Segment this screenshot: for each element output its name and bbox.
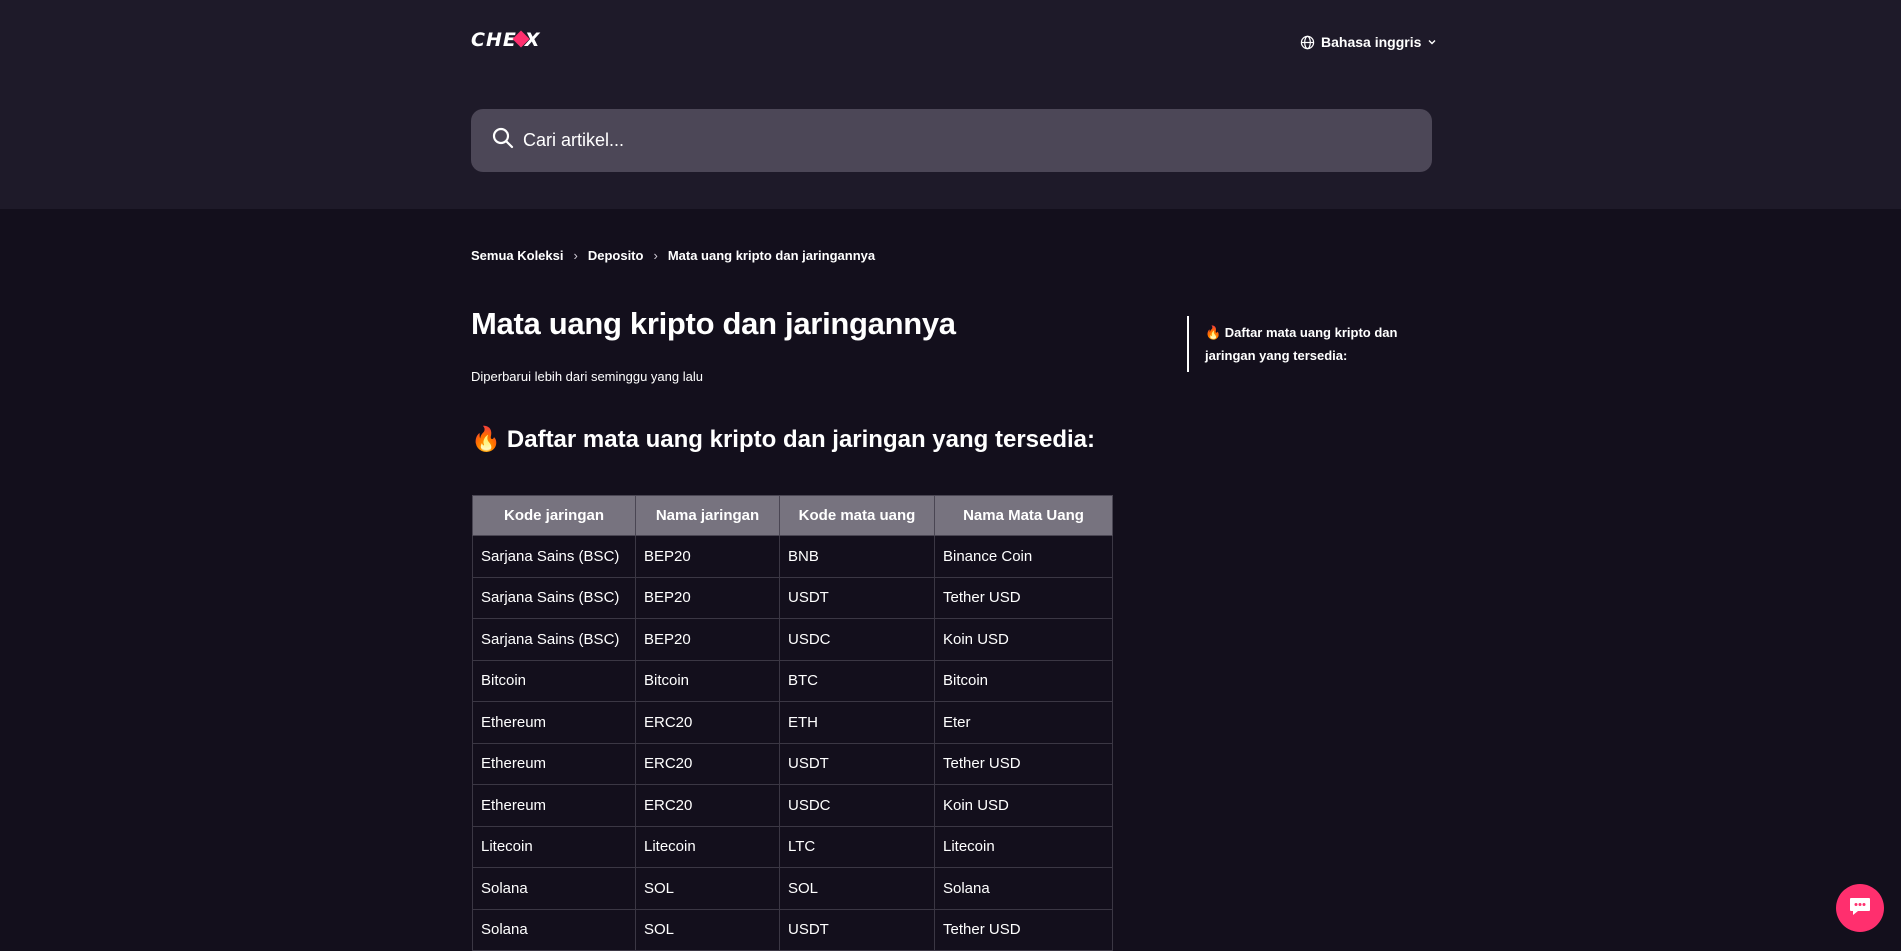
table-cell: Sarjana Sains (BSC) — [472, 576, 636, 619]
table-cell: Bitcoin — [635, 659, 780, 702]
table-cell: Sarjana Sains (BSC) — [472, 535, 636, 578]
breadcrumb-all-collections[interactable]: Semua Koleksi — [471, 248, 564, 263]
table-cell: Litecoin — [635, 825, 780, 868]
search-icon — [491, 126, 515, 155]
search-bar[interactable] — [471, 109, 1432, 172]
breadcrumb-deposit[interactable]: Deposito — [588, 248, 644, 263]
table-cell: Tether USD — [934, 742, 1113, 785]
fire-icon: 🔥 — [471, 426, 501, 453]
chexx-logo[interactable]: CHE X — [471, 30, 540, 50]
network-table: Kode jaringan Nama jaringan Kode mata ua… — [472, 495, 1113, 951]
breadcrumb-separator-icon: › — [653, 247, 658, 263]
logo-text: CHE X — [471, 29, 541, 51]
table-cell: USDC — [779, 618, 935, 661]
currency-table: Kode jaringan Nama jaringan Kode mata ua… — [472, 495, 1113, 951]
table-cell: Bitcoin — [934, 659, 1113, 702]
language-selector[interactable]: Bahasa inggris — [1300, 31, 1437, 53]
table-row: Litecoin Litecoin LTC Litecoin — [472, 825, 1113, 868]
table-row: Sarjana Sains (BSC) BEP20 BNB Binance Co… — [472, 535, 1113, 578]
table-body: Sarjana Sains (BSC) BEP20 BNB Binance Co… — [472, 535, 1113, 951]
column-header: Nama jaringan — [635, 495, 780, 536]
table-cell: Tether USD — [934, 908, 1113, 951]
table-cell: Bitcoin — [472, 659, 636, 702]
table-cell: Solana — [934, 867, 1113, 910]
table-cell: LTC — [779, 825, 935, 868]
search-input[interactable] — [523, 130, 1403, 151]
table-cell: Koin USD — [934, 784, 1113, 827]
table-cell: Sarjana Sains (BSC) — [472, 618, 636, 661]
table-of-contents: 🔥 Daftar mata uang kripto dan jaringan y… — [1187, 316, 1432, 372]
table-cell: Litecoin — [472, 825, 636, 868]
breadcrumb-current: Mata uang kripto dan jaringannya — [667, 247, 876, 263]
chat-button[interactable] — [1836, 884, 1884, 932]
table-cell: USDT — [779, 576, 935, 619]
table-cell: Koin USD — [934, 618, 1113, 661]
table-cell: BEP20 — [635, 535, 780, 578]
table-cell: USDT — [779, 908, 935, 951]
header — [0, 0, 1901, 209]
breadcrumb-separator-icon: › — [573, 247, 578, 263]
column-header: Kode jaringan — [472, 495, 636, 536]
table-cell: Ethereum — [472, 784, 636, 827]
section-heading-text: Daftar mata uang kripto dan jaringan yan… — [506, 425, 1096, 453]
table-cell: Eter — [934, 701, 1113, 744]
table-cell: BNB — [779, 535, 935, 578]
table-cell: Litecoin — [934, 825, 1113, 868]
table-cell: USDT — [779, 742, 935, 785]
table-cell: Ethereum — [472, 701, 636, 744]
breadcrumb: Semua Koleksi › Deposito › Mata uang kri… — [471, 246, 875, 264]
table-cell: ERC20 — [635, 742, 780, 785]
table-row: Sarjana Sains (BSC) BEP20 USDT Tether US… — [472, 576, 1113, 619]
table-cell: SOL — [779, 867, 935, 910]
table-cell: Solana — [472, 867, 636, 910]
table-row: Solana SOL SOL Solana — [472, 867, 1113, 910]
table-header-row: Kode jaringan Nama jaringan Kode mata ua… — [472, 495, 1113, 536]
table-cell: Tether USD — [934, 576, 1113, 619]
table-cell: Ethereum — [472, 742, 636, 785]
section-heading: 🔥 Daftar mata uang kripto dan jaringan y… — [471, 425, 1095, 454]
table-row: Sarjana Sains (BSC) BEP20 USDC Koin USD — [472, 618, 1113, 661]
updated-text: Diperbarui lebih dari seminggu yang lalu — [471, 369, 703, 384]
page-title: Mata uang kripto dan jaringannya — [471, 306, 956, 341]
table-cell: USDC — [779, 784, 935, 827]
table-row: Ethereum ERC20 USDT Tether USD — [472, 742, 1113, 785]
table-cell: ERC20 — [635, 701, 780, 744]
table-cell: SOL — [635, 908, 780, 951]
table-cell: BTC — [779, 659, 935, 702]
table-cell: ERC20 — [635, 784, 780, 827]
logo-diamond-icon — [512, 30, 530, 48]
column-header: Nama Mata Uang — [934, 495, 1113, 536]
chat-icon — [1848, 895, 1872, 922]
table-row: Ethereum ERC20 ETH Eter — [472, 701, 1113, 744]
table-row: Ethereum ERC20 USDC Koin USD — [472, 784, 1113, 827]
table-cell: BEP20 — [635, 576, 780, 619]
table-cell: Binance Coin — [934, 535, 1113, 578]
language-label: Bahasa inggris — [1321, 34, 1422, 50]
table-cell: Solana — [472, 908, 636, 951]
table-cell: BEP20 — [635, 618, 780, 661]
chevron-down-icon — [1427, 37, 1437, 47]
table-row: Bitcoin Bitcoin BTC Bitcoin — [472, 659, 1113, 702]
table-cell: SOL — [635, 867, 780, 910]
column-header: Kode mata uang — [779, 495, 935, 536]
table-cell: ETH — [779, 701, 935, 744]
table-row: Solana SOL USDT Tether USD — [472, 908, 1113, 951]
globe-icon — [1300, 35, 1315, 50]
toc-item[interactable]: 🔥 Daftar mata uang kripto dan jaringan y… — [1205, 325, 1397, 363]
